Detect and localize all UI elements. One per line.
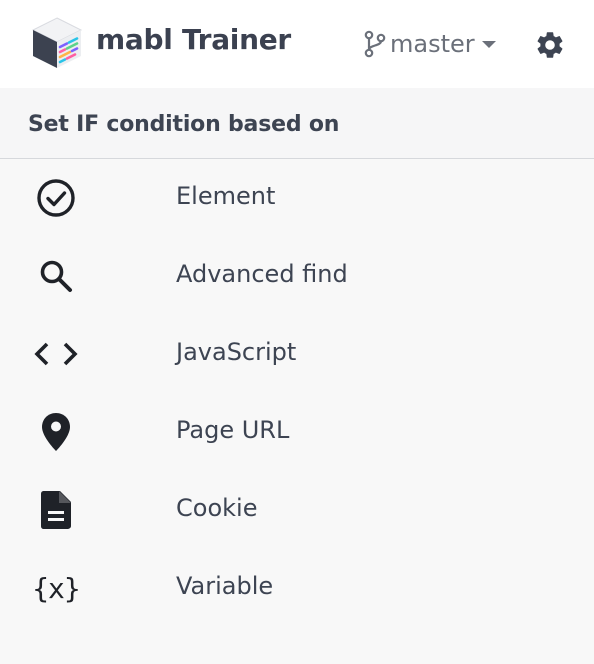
option-label: Element [176, 182, 276, 210]
section-title: Set IF condition based on [28, 112, 340, 137]
branch-icon [364, 30, 386, 58]
option-advanced-find[interactable]: Advanced find [0, 237, 594, 315]
mabl-logo [31, 17, 83, 68]
option-cookie[interactable]: Cookie [0, 471, 594, 549]
option-element[interactable]: Element [0, 159, 594, 237]
option-label: JavaScript [176, 338, 297, 366]
app-title: mabl Trainer [96, 23, 291, 56]
gear-icon[interactable] [534, 29, 566, 61]
option-label: Cookie [176, 494, 258, 522]
option-label: Advanced find [176, 260, 348, 288]
header-bar: mabl Trainer master [0, 0, 594, 88]
document-icon [30, 488, 82, 532]
search-icon [30, 254, 82, 298]
caret-down-icon [481, 41, 496, 48]
option-label: Variable [176, 572, 274, 600]
option-variable[interactable]: {x} Variable [0, 549, 594, 627]
option-javascript[interactable]: JavaScript [0, 315, 594, 393]
variable-icon: {x} [30, 566, 82, 610]
condition-options-list: Element Advanced find JavaScript Page UR… [0, 159, 594, 627]
trainer-panel: mabl Trainer master Set IF condition bas… [0, 0, 594, 664]
check-circle-icon [30, 176, 82, 220]
option-label: Page URL [176, 416, 290, 444]
option-page-url[interactable]: Page URL [0, 393, 594, 471]
branch-selector[interactable]: master [362, 26, 497, 62]
variable-glyph: {x} [32, 571, 81, 605]
code-icon [30, 332, 82, 376]
section-header: Set IF condition based on [0, 88, 594, 159]
branch-label: master [390, 30, 475, 58]
location-pin-icon [30, 410, 82, 454]
